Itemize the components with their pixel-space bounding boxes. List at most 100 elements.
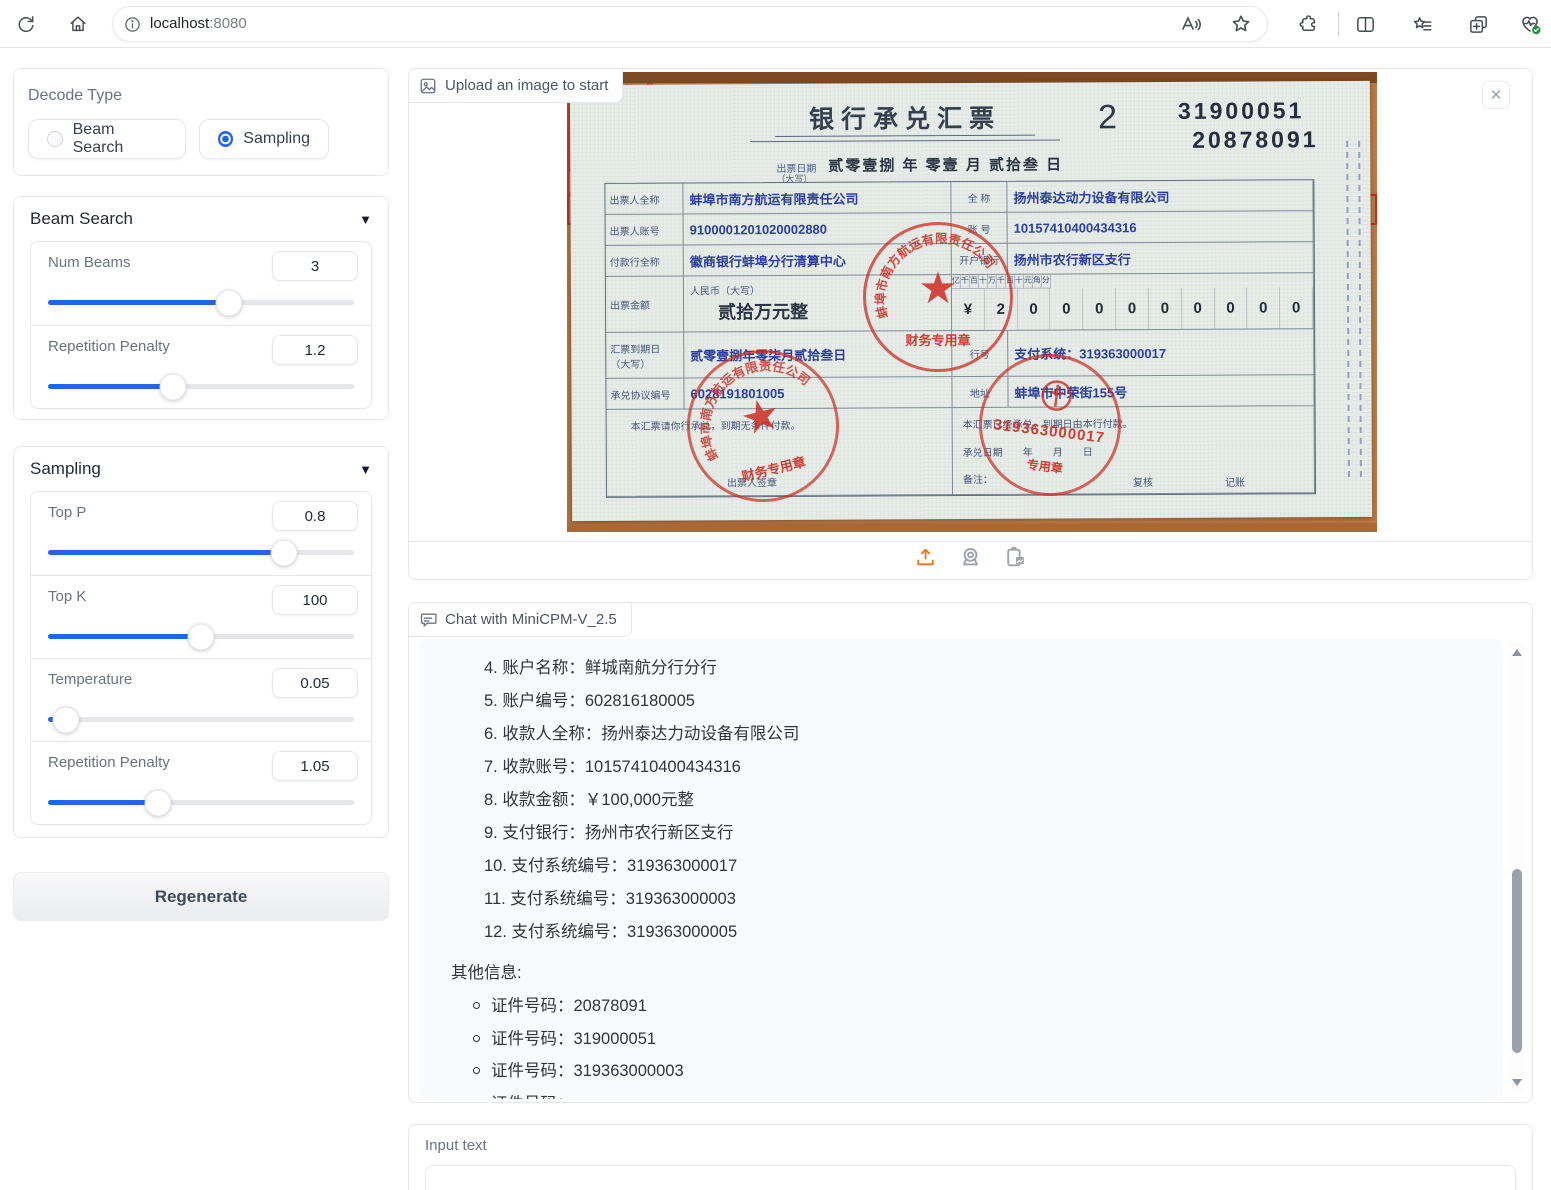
- favorites-list-icon: [1411, 13, 1434, 36]
- chat-list-item: 4. 账户名称：鲜城南航分行分行: [451, 652, 1482, 685]
- slider-handle[interactable]: [145, 789, 172, 816]
- parameter-label: Temperature: [48, 671, 132, 688]
- radio-sampling[interactable]: Sampling: [199, 119, 329, 159]
- slider-track[interactable]: [48, 384, 354, 389]
- beam-search-title: Beam Search: [30, 209, 133, 229]
- parameter-value-input[interactable]: 100: [272, 585, 358, 615]
- parameter-row: Repetition Penalty 1.05: [31, 741, 371, 824]
- extensions-button[interactable]: [1290, 6, 1326, 42]
- favorites-list-button[interactable]: [1404, 6, 1440, 42]
- bill-title-underline: [750, 140, 1060, 143]
- radio-beam-search[interactable]: Beam Search: [28, 119, 186, 159]
- amount-digit-cell: 0: [1018, 289, 1051, 330]
- slider-handle[interactable]: [270, 539, 297, 566]
- site-info-icon[interactable]: [123, 15, 142, 34]
- chat-bullet-item: 证件号码：319363000003: [451, 1055, 1482, 1088]
- slider-handle[interactable]: [160, 373, 187, 400]
- chat-panel-header-label: Chat with MiniCPM-V_2.5: [445, 611, 617, 628]
- webcam-source-button[interactable]: [958, 545, 983, 575]
- beam-search-accordion-header[interactable]: Beam Search ▼: [14, 197, 388, 241]
- favorite-star-icon[interactable]: [1229, 12, 1253, 36]
- upload-source-button[interactable]: [913, 545, 938, 575]
- chat-bullet-text: 证件号码：319000051: [491, 1030, 656, 1048]
- clipboard-paste-icon: [1003, 545, 1028, 570]
- chat-list-item: 11. 支付系统编号：319363000003: [451, 883, 1482, 916]
- text-input-field[interactable]: [425, 1165, 1516, 1190]
- chat-panel: Chat with MiniCPM-V_2.5 4. 账户名称：鲜城南航分行分行…: [408, 602, 1533, 1103]
- parameter-value-input[interactable]: 1.05: [272, 751, 358, 781]
- url-port: :8080: [209, 15, 247, 32]
- slider-track[interactable]: [48, 717, 354, 722]
- chat-message-body: 4. 账户名称：鲜城南航分行分行 5. 账户编号：602816180005 6.…: [419, 639, 1502, 1099]
- book-label: 记账: [1225, 474, 1245, 489]
- parameter-value-input[interactable]: 0.8: [272, 501, 358, 531]
- read-aloud-icon[interactable]: [1179, 12, 1203, 36]
- browser-essentials-button[interactable]: [1512, 6, 1548, 42]
- parameter-value-input[interactable]: 1.2: [272, 335, 358, 365]
- parameter-label: Repetition Penalty: [48, 338, 170, 355]
- chat-bullet-item: 证件号码：319000051: [451, 1023, 1482, 1056]
- amount-digit-cell: 0: [1247, 287, 1280, 328]
- parameter-value-input[interactable]: 3: [272, 251, 358, 281]
- slider-handle[interactable]: [188, 623, 215, 650]
- parameter-label: Top K: [48, 588, 86, 605]
- amount-unit-cell: 角: [1033, 275, 1042, 289]
- finance-stamp: 蚌埠市南方航运有限责任公司 ★ 财务专用章: [863, 222, 1013, 372]
- url-host: localhost: [150, 15, 209, 32]
- bill-payee-label: 全 称: [951, 182, 1007, 213]
- home-icon: [67, 13, 89, 35]
- bill-amount-label: 出票金额: [606, 277, 684, 333]
- scroll-down-arrow-icon[interactable]: [1512, 1079, 1522, 1086]
- bill-margin-text-column: [1358, 141, 1362, 477]
- scrollbar-thumb[interactable]: [1512, 869, 1522, 1053]
- input-text-label: Input text: [425, 1137, 487, 1154]
- slider-handle[interactable]: [53, 706, 80, 733]
- slider-fill: [48, 800, 158, 805]
- browser-essentials-icon: [1518, 12, 1542, 36]
- bill-title-underline: [775, 135, 1035, 137]
- chat-list-item: 5. 账户编号：602816180005: [451, 685, 1482, 718]
- parameter-row: Top K 100: [31, 575, 371, 658]
- parameter-label: Num Beams: [48, 254, 131, 271]
- collections-button[interactable]: [1460, 6, 1496, 42]
- chat-bullet-text: 证件号码：319363000003: [491, 1062, 684, 1080]
- parameter-value-input[interactable]: 0.05: [272, 668, 358, 698]
- chat-list-item: 7. 收款账号：10157410400434316: [451, 751, 1482, 784]
- webcam-icon: [958, 545, 983, 570]
- amount-digit-cell: 0: [1182, 288, 1215, 329]
- sampling-accordion-header[interactable]: Sampling ▼: [14, 447, 388, 491]
- bill-payer-bank-label: 付款行全称: [606, 246, 684, 277]
- scroll-up-arrow-icon[interactable]: [1512, 649, 1522, 656]
- close-image-button[interactable]: ✕: [1482, 81, 1510, 109]
- slider-track[interactable]: [48, 300, 354, 305]
- regenerate-button[interactable]: Regenerate: [13, 872, 389, 921]
- slider-handle[interactable]: [215, 289, 242, 316]
- uploaded-image[interactable]: 银行承兑汇票 2 31900051 20878091 出票日期 （大写） 贰零壹…: [567, 72, 1377, 532]
- sampling-params: Top P 0.8 Top K 100: [30, 491, 372, 825]
- split-screen-icon: [1354, 13, 1377, 36]
- slider-track[interactable]: [48, 550, 354, 555]
- radio-sampling-label: Sampling: [243, 130, 310, 148]
- split-screen-button[interactable]: [1347, 6, 1383, 42]
- bill-serial-bottom: 20878091: [1192, 126, 1318, 154]
- chat-list-item: 10. 支付系统编号：319363000017: [451, 850, 1482, 883]
- image-source-toolbar: [409, 540, 1532, 579]
- bill-payee-value: 扬州泰达动力设备有限公司: [1007, 180, 1313, 213]
- chat-scrollbar[interactable]: [1510, 641, 1524, 1094]
- slider-fill: [48, 300, 229, 305]
- refresh-icon: [15, 13, 37, 35]
- image-panel-header: Upload an image to start: [409, 69, 623, 103]
- chat-panel-header: Chat with MiniCPM-V_2.5: [409, 603, 632, 637]
- slider-track[interactable]: [48, 800, 354, 805]
- beam-search-params: Num Beams 3 Repetition Penalty 1.2: [30, 241, 372, 409]
- refresh-button[interactable]: [8, 6, 44, 42]
- chat-numbered-list: 4. 账户名称：鲜城南航分行分行 5. 账户编号：602816180005 6.…: [451, 652, 1482, 949]
- slider-track[interactable]: [48, 634, 354, 639]
- bill-serial-top: 31900051: [1178, 97, 1304, 125]
- paste-source-button[interactable]: [1003, 545, 1028, 575]
- home-button[interactable]: [60, 6, 96, 42]
- bill-title: 银行承兑汇票: [740, 98, 1070, 136]
- address-bar[interactable]: localhost:8080: [112, 6, 1268, 42]
- extensions-puzzle-icon: [1297, 13, 1320, 36]
- bill-payee-bank-value: 扬州市农行新区支行: [1008, 242, 1314, 275]
